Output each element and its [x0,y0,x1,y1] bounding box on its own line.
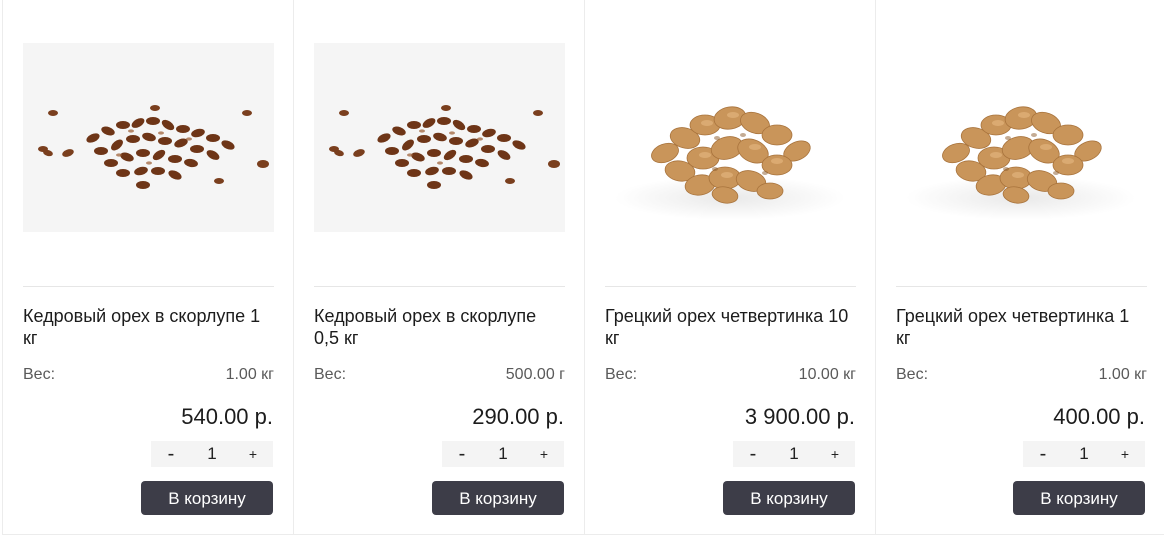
quantity-value[interactable]: 1 [197,444,227,464]
product-price: 3 900.00 р. [744,404,855,429]
walnut-quarters-photo [615,106,845,220]
weight-row: Вес: 1.00 кг [896,364,1147,386]
product-card: Грецкий орех четвертинка 10 кг Вес: 10.0… [585,0,876,534]
product-title[interactable]: Кедровый орех в скорлупе 0,5 кг [314,305,565,349]
card-divider [605,286,856,287]
card-divider [896,286,1147,287]
increase-quantity-button[interactable]: + [245,446,261,462]
add-to-cart-button[interactable]: В корзину [432,481,564,515]
increase-quantity-button[interactable]: + [827,446,843,462]
increase-quantity-button[interactable]: + [536,446,552,462]
decrease-quantity-button[interactable]: - [745,443,761,466]
weight-value: 1.00 кг [1098,366,1147,383]
add-to-cart-button[interactable]: В корзину [1013,481,1145,515]
weight-row: Вес: 1.00 кг [23,364,274,386]
product-image[interactable] [605,43,856,232]
pine-nuts-photo [38,105,269,189]
decrease-quantity-button[interactable]: - [454,443,470,466]
add-to-cart-button[interactable]: В корзину [723,481,855,515]
weight-label: Вес: [23,366,56,383]
product-title[interactable]: Грецкий орех четвертинка 10 кг [605,305,856,349]
quantity-stepper: - 1 + [442,441,564,467]
pine-nuts-photo [329,105,560,189]
product-price: 540.00 р. [181,404,273,429]
weight-row: Вес: 10.00 кг [605,364,856,386]
quantity-value[interactable]: 1 [1069,444,1099,464]
weight-value: 500.00 г [505,366,565,383]
quantity-value[interactable]: 1 [488,444,518,464]
product-title[interactable]: Грецкий орех четвертинка 1 кг [896,305,1147,349]
product-image[interactable] [896,43,1147,232]
product-price: 400.00 р. [1053,404,1145,429]
quantity-stepper: - 1 + [733,441,855,467]
quantity-value[interactable]: 1 [779,444,809,464]
product-grid: Кедровый орех в скорлупе 1 кг Вес: 1.00 … [2,0,1164,535]
card-divider [314,286,565,287]
increase-quantity-button[interactable]: + [1117,446,1133,462]
add-to-cart-button[interactable]: В корзину [141,481,273,515]
product-card: Кедровый орех в скорлупе 0,5 кг Вес: 500… [294,0,585,534]
product-image[interactable] [314,43,565,232]
weight-label: Вес: [314,366,347,383]
weight-label: Вес: [896,366,929,383]
decrease-quantity-button[interactable]: - [163,443,179,466]
weight-value: 1.00 кг [225,366,274,383]
product-card: Грецкий орех четвертинка 1 кг Вес: 1.00 … [876,0,1164,534]
product-card: Кедровый орех в скорлупе 1 кг Вес: 1.00 … [3,0,294,534]
product-price: 290.00 р. [472,404,564,429]
weight-row: Вес: 500.00 г [314,364,565,386]
weight-label: Вес: [605,366,638,383]
weight-value: 10.00 кг [798,366,856,383]
product-title[interactable]: Кедровый орех в скорлупе 1 кг [23,305,274,349]
decrease-quantity-button[interactable]: - [1035,443,1051,466]
product-image[interactable] [23,43,274,232]
quantity-stepper: - 1 + [1023,441,1145,467]
quantity-stepper: - 1 + [151,441,273,467]
walnut-quarters-photo [906,106,1136,220]
card-divider [23,286,274,287]
